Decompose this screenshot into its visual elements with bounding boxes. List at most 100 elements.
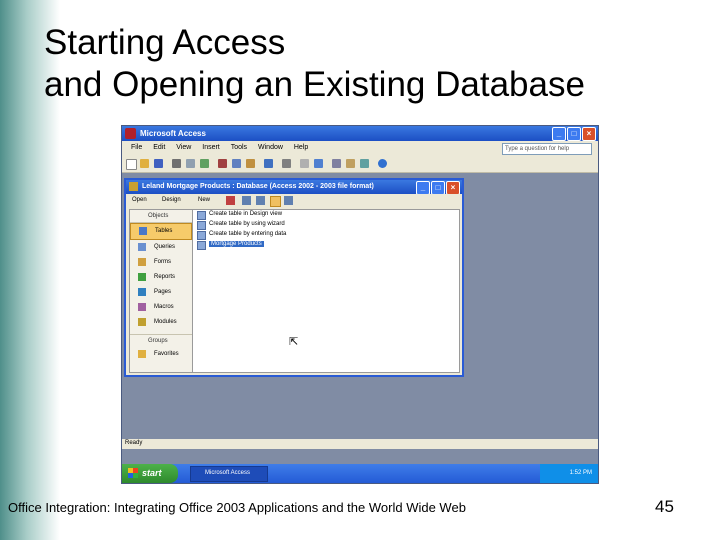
relationships-icon[interactable] (346, 159, 355, 168)
cut-icon[interactable] (218, 159, 227, 168)
slide-title: Starting Access and Opening an Existing … (44, 22, 585, 106)
database-title-bar: Leland Mortgage Products : Database (Acc… (126, 180, 462, 195)
office-links-icon[interactable] (282, 159, 291, 168)
objects-pane: Objects Tables Queries Forms Reports Pag… (129, 209, 193, 373)
macro-icon (138, 303, 146, 311)
object-pages[interactable]: Pages (130, 285, 192, 300)
form-icon (138, 258, 146, 266)
list-item[interactable]: Create table by using wizard (193, 220, 459, 230)
standard-toolbar (122, 156, 598, 173)
wizard-icon (197, 231, 206, 240)
clock: 1:52 PM (569, 470, 592, 476)
maximize-icon[interactable]: □ (567, 127, 581, 141)
start-label: start (142, 468, 162, 478)
access-screenshot: Microsoft Access _ □ × File Edit View Inse… (121, 125, 599, 484)
minimize-icon[interactable]: _ (552, 127, 566, 141)
script-icon[interactable] (314, 159, 323, 168)
database-toolbar: Open Design New (126, 194, 462, 208)
db-new-button[interactable]: New (198, 197, 210, 203)
help-icon[interactable] (378, 159, 387, 168)
properties-icon[interactable] (332, 159, 341, 168)
slide-footer: Office Integration: Integrating Office 2… (8, 500, 466, 515)
close-icon[interactable]: × (582, 127, 596, 141)
query-icon (138, 243, 146, 251)
object-label: Pages (154, 289, 172, 295)
paste-icon[interactable] (246, 159, 255, 168)
task-label: Microsoft Access (205, 470, 251, 476)
list-item[interactable]: Create table by entering data (193, 230, 459, 240)
menu-insert[interactable]: Insert (202, 144, 220, 151)
code-icon[interactable] (300, 159, 309, 168)
slide-title-line-1: Starting Access (44, 23, 286, 62)
delete-icon[interactable] (226, 196, 235, 205)
start-button[interactable]: start (122, 464, 178, 483)
spelling-icon[interactable] (200, 159, 209, 168)
save-icon[interactable] (154, 159, 163, 168)
database-title: Leland Mortgage Products : Database (Acc… (142, 183, 374, 190)
mouse-cursor-icon: ⇱ (289, 336, 299, 348)
page-number: 45 (655, 497, 674, 516)
access-app-icon (125, 128, 136, 139)
menu-view[interactable]: View (176, 144, 191, 151)
object-label: Modules (154, 319, 177, 325)
object-forms[interactable]: Forms (130, 255, 192, 270)
status-text: Ready (125, 440, 143, 446)
undo-icon[interactable] (264, 159, 273, 168)
page-icon (138, 288, 146, 296)
new-object-icon[interactable] (360, 159, 369, 168)
db-minimize-icon[interactable]: _ (416, 181, 430, 195)
object-queries[interactable]: Queries (130, 240, 192, 255)
menu-edit[interactable]: Edit (153, 144, 165, 151)
favorites-folder-icon (138, 350, 146, 358)
object-label: Tables (155, 228, 173, 234)
new-icon[interactable] (126, 159, 137, 170)
object-tables[interactable]: Tables (130, 223, 192, 240)
list-item[interactable]: Create table in Design view (193, 210, 459, 220)
db-close-icon[interactable]: × (446, 181, 460, 195)
app-title: Microsoft Access (140, 129, 206, 138)
database-window: Leland Mortgage Products : Database (Acc… (124, 178, 464, 377)
database-icon (129, 182, 138, 191)
menu-file[interactable]: File (131, 144, 142, 151)
list-item-label: Create table by using wizard (209, 221, 285, 227)
list-item-label: Create table in Design view (209, 211, 283, 217)
large-icons-icon[interactable] (242, 196, 251, 205)
menu-window[interactable]: Window (258, 144, 283, 151)
list-view-icon[interactable] (270, 196, 281, 207)
open-icon[interactable] (140, 159, 149, 168)
group-favorites[interactable]: Favorites (130, 347, 192, 362)
print-preview-icon[interactable] (186, 159, 195, 168)
details-view-icon[interactable] (284, 196, 293, 205)
db-open-button[interactable]: Open (132, 197, 147, 203)
status-bar: Ready (122, 439, 598, 449)
table-icon (139, 227, 147, 235)
help-question-box[interactable]: Type a question for help (502, 143, 592, 155)
taskbar-button-access[interactable]: Microsoft Access (190, 466, 268, 482)
objects-header: Objects (130, 210, 192, 223)
db-design-button[interactable]: Design (162, 197, 181, 203)
groups-header: Groups (130, 334, 192, 347)
small-icons-icon[interactable] (256, 196, 265, 205)
database-window-controls: _ □ × (415, 181, 460, 195)
object-macros[interactable]: Macros (130, 300, 192, 315)
object-label: Queries (154, 244, 176, 250)
db-maximize-icon[interactable]: □ (431, 181, 445, 195)
tables-list: Create table in Design view Create table… (192, 209, 460, 373)
object-reports[interactable]: Reports (130, 270, 192, 285)
windows-logo-icon (128, 468, 138, 478)
slide-title-line-2: and Opening an Existing Database (44, 65, 585, 104)
menu-tools[interactable]: Tools (231, 144, 247, 151)
window-controls: _ □ × (551, 127, 596, 141)
copy-icon[interactable] (232, 159, 241, 168)
group-label: Favorites (154, 351, 179, 357)
wizard-icon (197, 221, 206, 230)
system-tray: 1:52 PM (540, 464, 598, 483)
menu-help[interactable]: Help (294, 144, 308, 151)
list-item[interactable]: Mortgage Products (193, 240, 459, 250)
report-icon (138, 273, 146, 281)
object-modules[interactable]: Modules (130, 315, 192, 330)
object-label: Reports (154, 274, 176, 280)
table-icon (197, 241, 206, 250)
list-item-label: Create table by entering data (209, 231, 287, 237)
print-icon[interactable] (172, 159, 181, 168)
